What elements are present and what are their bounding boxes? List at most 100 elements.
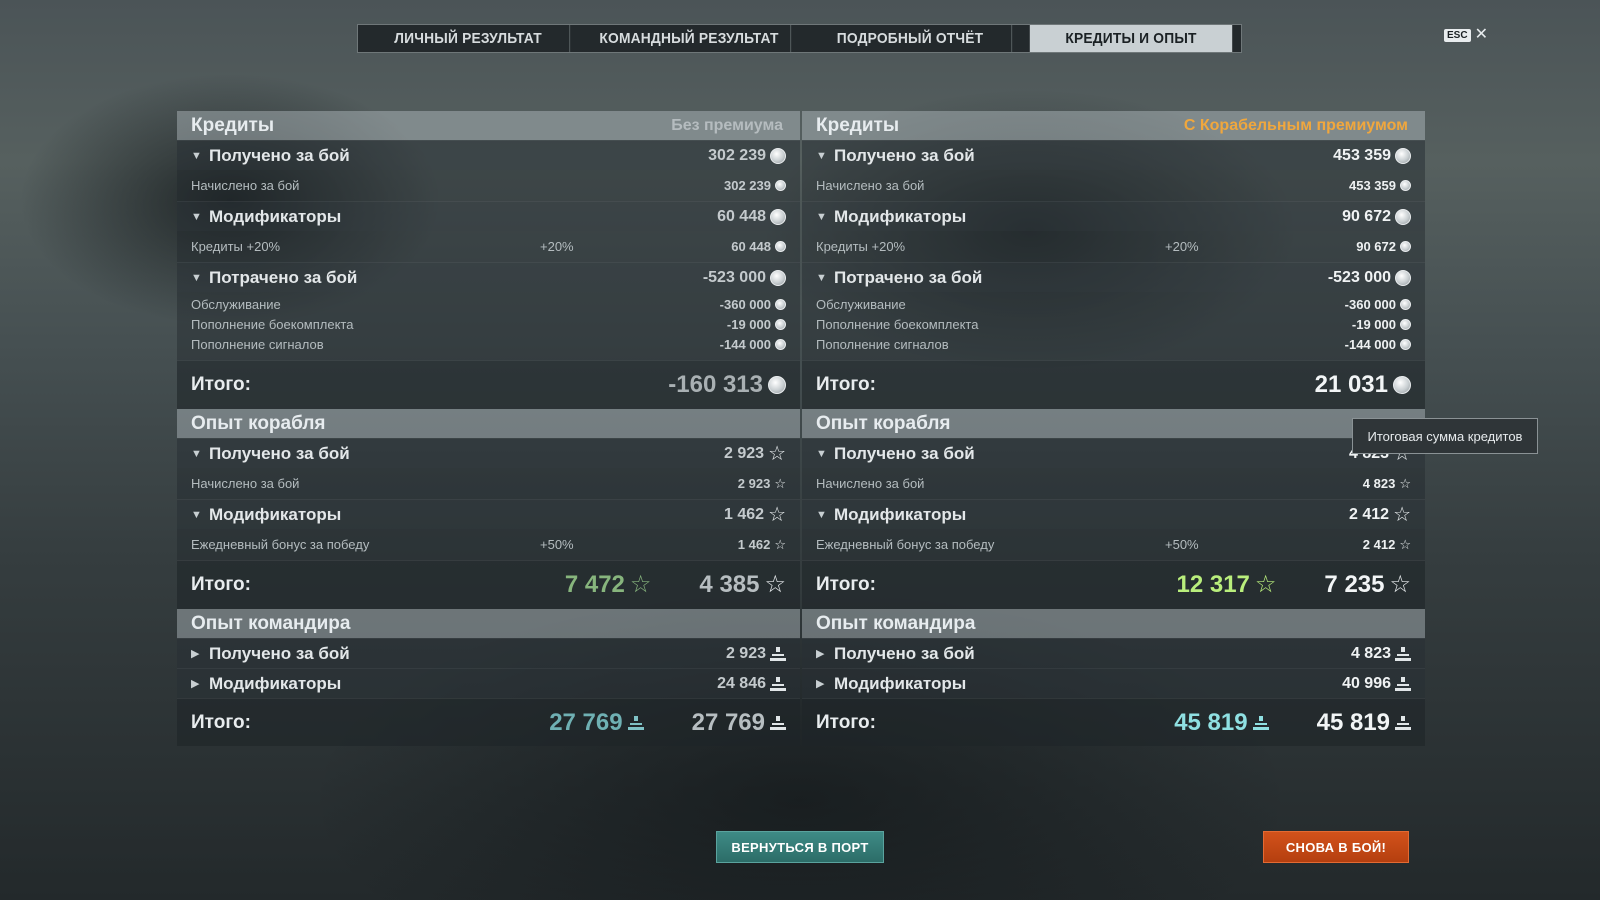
cmd-total-value: 27 769 — [691, 708, 765, 736]
credits-coin-icon — [1400, 338, 1411, 350]
xp-modifiers-value: 2 412 — [1349, 505, 1390, 523]
close-button[interactable]: ESC ✕ — [1444, 27, 1488, 43]
modifier-detail-label: Кредиты +20% — [816, 239, 906, 254]
tab-credits-xp[interactable]: КРЕДИТЫ И ОПЫТ — [1029, 25, 1233, 52]
credits-coin-icon — [1393, 376, 1411, 394]
xp-total-alt-value: 7 472 — [564, 571, 625, 598]
received-detail-row: Начислено за бой 453 359 — [802, 170, 1425, 201]
commander-xp-title: Опыт командира — [816, 612, 976, 634]
credits-title: Кредиты — [191, 114, 275, 136]
xp-received-row[interactable]: ▼ Получено за бой 4 823☆ — [802, 438, 1425, 468]
cmd-received-row[interactable]: ▶ Получено за бой 2 923 — [177, 638, 800, 668]
spent-item-label: Пополнение сигналов — [816, 336, 949, 352]
received-value: 453 359 — [1333, 146, 1391, 164]
spent-item-value: -144 000 — [719, 336, 771, 352]
spent-item-label: Пополнение сигналов — [191, 336, 324, 352]
xp-modifiers-row[interactable]: ▼ Модификаторы 2 412 ☆ — [802, 499, 1425, 529]
received-detail-label: Начислено за бой — [191, 178, 300, 193]
cmd-received-value: 4 823 — [1350, 644, 1391, 662]
credits-header: Кредиты Без премиума — [177, 111, 800, 140]
collapsed-arrow-icon: ▶ — [816, 678, 825, 690]
xp-received-row[interactable]: ▼ Получено за бой 2 923 ☆ — [177, 438, 800, 468]
xp-star-icon: ☆ — [774, 537, 786, 552]
credits-title: Кредиты — [816, 114, 900, 136]
commander-xp-icon — [1395, 646, 1411, 661]
battle-again-button[interactable]: СНОВА В БОЙ! — [1263, 831, 1409, 863]
modifier-detail-row: Кредиты +20% +20% 60 448 — [177, 231, 800, 262]
credits-coin-icon — [775, 298, 786, 310]
collapsed-arrow-icon: ▶ — [816, 648, 825, 660]
cmd-modifiers-row[interactable]: ▶ Модификаторы 40 996 — [802, 668, 1425, 698]
credits-total-row: Итого: -160 313 — [177, 360, 800, 409]
xp-modifier-detail-label: Ежедневный бонус за победу — [191, 537, 370, 552]
xp-modifiers-row[interactable]: ▼ Модификаторы 1 462 ☆ — [177, 499, 800, 529]
modifier-percent: +20% — [1165, 239, 1199, 254]
cmd-received-label: Получено за бой — [834, 643, 975, 663]
expand-arrow-icon: ▼ — [816, 508, 827, 521]
xp-star-icon: ☆ — [768, 442, 786, 465]
spent-item-row: Обслуживание -360 000 — [177, 292, 800, 314]
cmd-total-label: Итого: — [816, 711, 876, 733]
commander-xp-icon — [770, 646, 786, 661]
credits-coin-icon — [770, 147, 786, 164]
modifiers-row[interactable]: ▼ Модификаторы 60 448 — [177, 201, 800, 231]
spent-item-label: Пополнение боекомплекта — [816, 316, 979, 332]
modifiers-label: Модификаторы — [209, 206, 342, 226]
cmd-received-value: 2 923 — [725, 644, 766, 662]
tab-team-result[interactable]: КОМАНДНЫЙ РЕЗУЛЬТАТ — [588, 25, 792, 52]
spent-row[interactable]: ▼ Потрачено за бой -523 000 — [177, 262, 800, 292]
modifier-detail-row: Кредиты +20% +20% 90 672 — [802, 231, 1425, 262]
commander-xp-icon — [627, 715, 644, 730]
xp-star-icon: ☆ — [1393, 503, 1411, 526]
cmd-total-alt-value: 27 769 — [549, 708, 623, 736]
xp-received-detail-value: 2 923 — [737, 476, 771, 491]
received-row[interactable]: ▼ Получено за бой 453 359 — [802, 140, 1425, 170]
modifiers-label: Модификаторы — [834, 206, 967, 226]
expand-arrow-icon: ▼ — [191, 149, 202, 162]
xp-modifiers-label: Модификаторы — [834, 504, 967, 524]
xp-modifier-detail-row: Ежедневный бонус за победу +50% 1 462 ☆ — [177, 529, 800, 560]
return-to-port-button[interactable]: ВЕРНУТЬСЯ В ПОРТ — [716, 831, 884, 863]
xp-star-icon: ☆ — [1389, 571, 1411, 598]
xp-modifier-percent: +50% — [540, 537, 574, 552]
esc-key-label: ESC — [1444, 28, 1471, 42]
cmd-total-row: Итого: 27 769 27 769 — [177, 698, 800, 746]
xp-star-icon: ☆ — [1254, 571, 1277, 598]
modifier-percent: +20% — [540, 239, 574, 254]
spent-item-row: Обслуживание -360 000 — [802, 292, 1425, 314]
cmd-total-alt-value: 45 819 — [1174, 708, 1248, 736]
cmd-received-label: Получено за бой — [209, 643, 350, 663]
xp-modifier-detail-value: 1 462 — [737, 537, 771, 552]
credits-total-label: Итого: — [816, 374, 876, 395]
cmd-modifiers-value: 40 996 — [1342, 674, 1391, 692]
modifier-detail-label: Кредиты +20% — [191, 239, 281, 254]
expand-arrow-icon: ▼ — [191, 210, 202, 223]
commander-xp-icon — [770, 676, 786, 691]
spent-item-label: Пополнение боекомплекта — [191, 316, 354, 332]
spent-value: -523 000 — [1327, 268, 1391, 286]
xp-total-alt-value: 12 317 — [1176, 571, 1250, 598]
credits-total-value: 21 031 — [1314, 371, 1388, 398]
credits-coin-icon — [775, 180, 786, 191]
credits-coin-icon — [768, 376, 786, 394]
xp-received-label: Получено за бой — [209, 443, 350, 463]
spent-item-value: -19 000 — [726, 316, 771, 332]
xp-total-label: Итого: — [816, 574, 876, 595]
cmd-modifiers-row[interactable]: ▶ Модификаторы 24 846 — [177, 668, 800, 698]
spent-value: -523 000 — [702, 268, 766, 286]
xp-star-icon: ☆ — [1399, 537, 1411, 552]
tab-detailed-report[interactable]: ПОДРОБНЫЙ ОТЧЁТ — [809, 25, 1013, 52]
modifiers-row[interactable]: ▼ Модификаторы 90 672 — [802, 201, 1425, 231]
xp-total-value: 4 385 — [699, 571, 760, 598]
received-row[interactable]: ▼ Получено за бой 302 239 — [177, 140, 800, 170]
xp-received-detail-row: Начислено за бой 4 823 ☆ — [802, 468, 1425, 499]
tab-personal-result[interactable]: ЛИЧНЫЙ РЕЗУЛЬТАТ — [367, 25, 571, 52]
spent-row[interactable]: ▼ Потрачено за бой -523 000 — [802, 262, 1425, 292]
credits-coin-icon — [770, 269, 786, 286]
spent-item-row: Пополнение сигналов -144 000 — [177, 334, 800, 354]
cmd-received-row[interactable]: ▶ Получено за бой 4 823 — [802, 638, 1425, 668]
spent-item-value: -19 000 — [1351, 316, 1396, 332]
credits-total-row[interactable]: Итого: 21 031 — [802, 360, 1425, 409]
commander-xp-header: Опыт командира — [177, 609, 800, 638]
xp-received-detail-row: Начислено за бой 2 923 ☆ — [177, 468, 800, 499]
